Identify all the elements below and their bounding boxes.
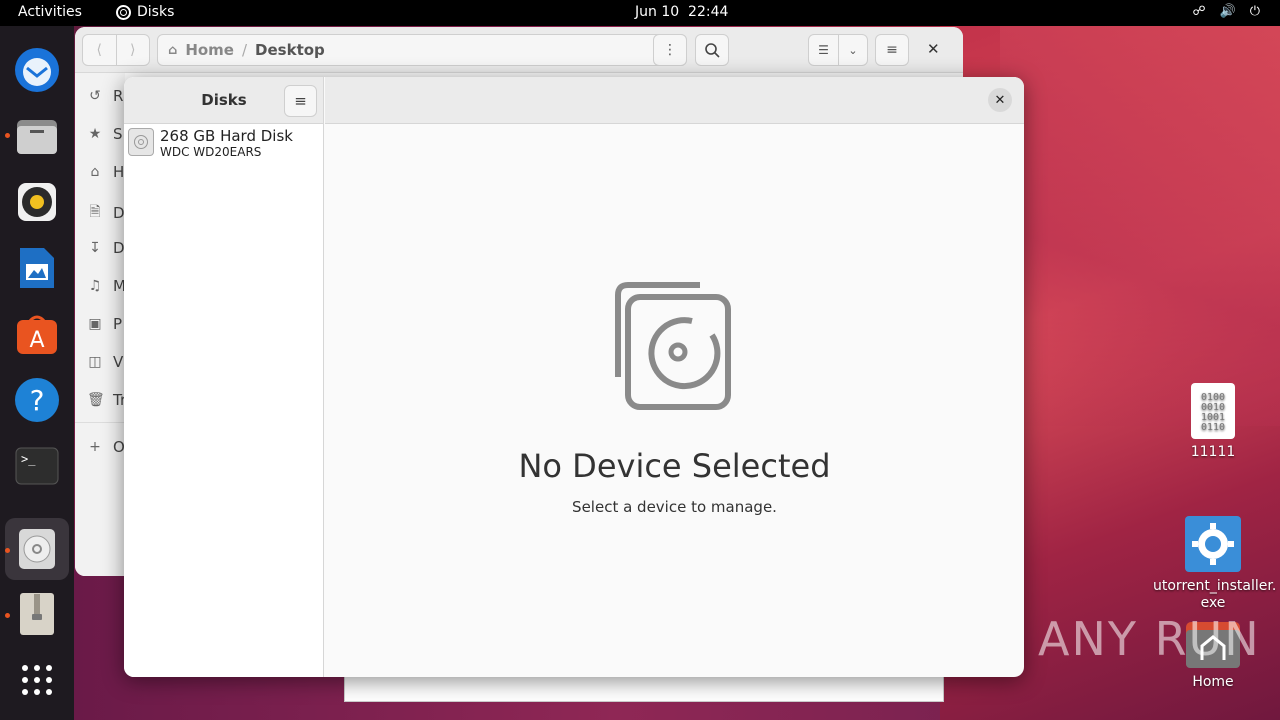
picture-icon: ▣ [88, 316, 102, 332]
power-icon: ⏻ [1249, 4, 1260, 19]
gear-icon [1185, 516, 1241, 572]
document-icon: 🗎 [89, 204, 101, 220]
files-icon[interactable] [13, 112, 61, 160]
watermark: ANY RUN [1038, 612, 1261, 666]
path-current[interactable]: Desktop [255, 41, 325, 59]
search-icon [705, 43, 720, 58]
main-menu-button[interactable]: ≡ [875, 34, 909, 66]
app-grid-icon[interactable] [13, 656, 61, 704]
sidebar-item-other-locations[interactable]: + O [87, 438, 125, 456]
view-options[interactable]: ☰ ⌄ [808, 34, 868, 66]
rhythmbox-icon[interactable] [13, 178, 61, 226]
system-tray[interactable]: ☍ 🔊 ⏻ [1192, 4, 1260, 19]
disks-icon [116, 4, 131, 20]
music-icon: ♫ [88, 278, 102, 294]
trash-icon: 🗑 [87, 392, 105, 408]
sidebar-item-videos[interactable]: ◫ V [87, 353, 123, 371]
hamburger-icon: ≡ [294, 92, 307, 110]
files-window-bottom [344, 676, 944, 702]
close-button[interactable]: ✕ [988, 88, 1012, 112]
more-vertical-icon: ⋮ [663, 42, 677, 58]
plus-icon: + [89, 439, 101, 455]
sidebar-item-starred[interactable]: ★ S [87, 125, 123, 143]
thunderbird-icon[interactable] [13, 46, 61, 94]
sidebar-item-music[interactable]: ♫ M [87, 277, 126, 295]
nav-buttons: ⟨ ⟩ [82, 34, 150, 66]
home-icon: ⌂ [168, 42, 178, 58]
archive-icon[interactable] [13, 590, 61, 638]
desktop-icon-label: 11111 [1190, 444, 1236, 460]
running-indicator [5, 548, 10, 553]
device-name: 268 GB Hard Disk [160, 127, 293, 145]
files-sidebar: ↺ R ★ S ⌂ H 🗎 D ↧ D ♫ M ▣ P ◫ V 🗑 Tr + O [75, 73, 126, 576]
running-indicator [5, 133, 10, 138]
disk-placeholder-icon [614, 282, 731, 410]
forward-icon[interactable]: ⟩ [116, 42, 149, 58]
path-bar[interactable]: ⌂ Home / Desktop [157, 34, 687, 66]
search-button[interactable] [695, 34, 729, 66]
sidebar-item-documents[interactable]: 🗎 D [87, 201, 124, 225]
back-icon[interactable]: ⟨ [83, 42, 116, 58]
svg-text:?: ? [30, 384, 45, 417]
terminal-icon[interactable]: >_ [13, 442, 61, 490]
files-headerbar: ⟨ ⟩ ⌂ Home / Desktop ⋮ ☰ ⌄ ≡ ✕ [75, 27, 963, 73]
svg-text:A: A [29, 328, 44, 353]
device-list-item[interactable]: 268 GB Hard Disk WDC WD20EARS [128, 128, 320, 162]
hamburger-icon: ≡ [886, 42, 898, 58]
star-icon: ★ [88, 126, 102, 142]
app-menu[interactable]: Disks [116, 4, 174, 20]
sidebar-header: Disks ≡ [124, 77, 323, 124]
sidebar-item-trash[interactable]: 🗑 Tr [87, 391, 126, 409]
empty-state-subtitle: Select a device to manage. [572, 498, 777, 516]
desktop-icon-label: Home [1192, 674, 1234, 690]
app-name: Disks [137, 4, 175, 20]
wallpaper-shape [1000, 26, 1280, 426]
running-indicator [5, 613, 10, 618]
app-center-icon[interactable]: A [13, 310, 61, 358]
top-bar: Activities Disks Jun 10 22:44 ☍ 🔊 ⏻ [0, 0, 1280, 26]
date: Jun 10 [635, 4, 680, 20]
sidebar-divider [75, 422, 125, 423]
hard-disk-icon [128, 128, 154, 156]
clock[interactable]: Jun 10 22:44 [635, 4, 728, 20]
sidebar-item-recent[interactable]: ↺ R [87, 87, 123, 105]
path-home[interactable]: Home [185, 41, 234, 59]
close-icon[interactable]: ✕ [927, 40, 940, 58]
video-icon: ◫ [88, 354, 102, 370]
desktop-icon-11111[interactable]: 0100 0010 1001 0110 11111 [1153, 382, 1273, 460]
disks-window[interactable]: Disks ≡ 268 GB Hard Disk WDC WD20EARS ✕ … [124, 77, 1024, 677]
empty-state-title: No Device Selected [518, 447, 831, 485]
download-icon: ↧ [89, 240, 101, 256]
volume-icon: 🔊 [1219, 4, 1236, 19]
list-view-icon: ☰ [818, 43, 829, 57]
clock-icon: ↺ [89, 88, 101, 104]
sidebar-item-downloads[interactable]: ↧ D [87, 239, 124, 257]
disks-icon[interactable] [5, 518, 69, 580]
time: 22:44 [688, 4, 729, 20]
menu-button[interactable]: ≡ [284, 85, 317, 117]
path-menu-button[interactable]: ⋮ [653, 34, 687, 66]
device-model: WDC WD20EARS [160, 145, 262, 159]
home-icon: ⌂ [90, 164, 100, 180]
empty-state [325, 277, 1024, 416]
binary-file-icon: 0100001010010110 [1191, 383, 1235, 439]
svg-text:>_: >_ [21, 452, 36, 466]
writer-icon[interactable] [13, 244, 61, 292]
dock: A ? >_ [0, 26, 74, 720]
help-icon[interactable]: ? [13, 376, 61, 424]
sidebar-item-home[interactable]: ⌂ H [87, 163, 125, 181]
desktop-icon-label: utorrent_installer. exe [1153, 578, 1277, 611]
device-sidebar: Disks ≡ 268 GB Hard Disk WDC WD20EARS [124, 77, 324, 677]
network-icon: ☍ [1192, 4, 1206, 19]
sidebar-item-pictures[interactable]: ▣ P [87, 315, 122, 333]
activities-button[interactable]: Activities [18, 4, 82, 20]
chevron-down-icon: ⌄ [848, 43, 858, 57]
close-icon: ✕ [994, 92, 1006, 108]
desktop-icon-utorrent[interactable]: utorrent_installer. exe [1153, 498, 1277, 629]
svg-text:0110: 0110 [1201, 422, 1225, 433]
main-headerbar: ✕ [325, 77, 1024, 124]
